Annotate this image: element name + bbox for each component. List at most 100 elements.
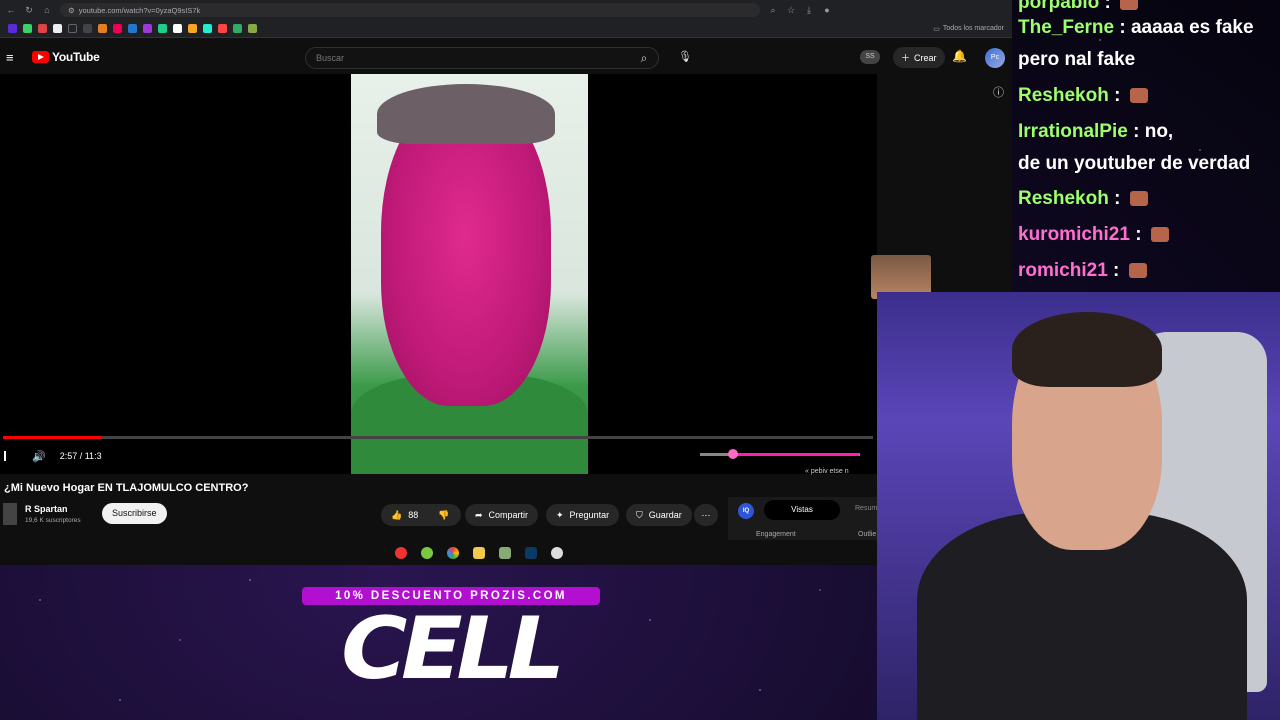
- browser-toolbar: ← ↻ ⌂ ⚙ youtube.com/watch?v=0yzaQ9sIS7k …: [0, 0, 1012, 20]
- extension-logo[interactable]: IQ: [738, 503, 754, 519]
- bookmark-icon[interactable]: [218, 24, 227, 33]
- drive-icon[interactable]: [233, 24, 242, 33]
- hamburger-menu-icon[interactable]: ≡: [6, 50, 20, 65]
- folder-icon[interactable]: [472, 546, 485, 559]
- tab-resumen[interactable]: Resum: [855, 505, 877, 512]
- bookmark-icon[interactable]: [23, 24, 32, 33]
- progress-bar[interactable]: [3, 436, 873, 439]
- bookmark-icon: ⛉: [636, 509, 643, 520]
- share-icon: ➦: [475, 509, 483, 520]
- bookmark-icon[interactable]: [128, 24, 137, 33]
- taskbar-app-icon[interactable]: [420, 546, 433, 559]
- chat-text: :: [1129, 224, 1147, 245]
- save-label: Guardar: [648, 510, 682, 520]
- like-count[interactable]: 88: [408, 510, 418, 520]
- progress-fill: [3, 436, 102, 439]
- chat-text: de un youtuber de verdad: [1018, 153, 1251, 174]
- extension-badge[interactable]: SS: [860, 50, 880, 64]
- outlier-label: Outlie: [858, 531, 877, 538]
- bookmark-icon[interactable]: [173, 24, 182, 33]
- home-icon[interactable]: ⌂: [42, 5, 52, 15]
- taskbar-app-icon[interactable]: [498, 546, 511, 559]
- bookmark-icon[interactable]: [248, 24, 257, 33]
- share-label: Compartir: [488, 510, 529, 520]
- chrome-icon[interactable]: [446, 546, 459, 559]
- chat-username: Reshekoh: [1018, 85, 1109, 106]
- bookmark-icon[interactable]: [83, 24, 92, 33]
- overlay-title: CELL: [341, 599, 565, 699]
- notifications-bell-icon[interactable]: 🔔: [952, 49, 967, 63]
- plus-icon: ＋: [901, 53, 911, 63]
- chat-username: The_Ferne: [1018, 17, 1115, 38]
- create-button[interactable]: ＋ Crear: [893, 47, 945, 68]
- x-icon[interactable]: [53, 24, 62, 33]
- profile-icon[interactable]: ●: [822, 5, 832, 15]
- bookmark-icon[interactable]: [158, 24, 167, 33]
- chat-text: :: [1108, 188, 1126, 209]
- photoshop-icon[interactable]: [524, 546, 537, 559]
- chat-username: IrrationalPie: [1018, 121, 1128, 142]
- chat-message: porpablo :: [1018, 0, 1139, 14]
- search-icon[interactable]: ⌕: [630, 47, 658, 69]
- more-actions-icon[interactable]: ⋯: [694, 504, 718, 526]
- chat-text: : aaaaa es fake: [1114, 17, 1254, 38]
- chat-message: IrrationalPie : no,: [1018, 121, 1173, 143]
- search-input[interactable]: Buscar: [305, 47, 659, 69]
- time-display: 2:57 / 11:3: [59, 451, 102, 461]
- like-dislike-group: 👍 88 👎: [381, 504, 461, 526]
- channel-avatar[interactable]: [3, 503, 17, 525]
- reload-icon[interactable]: ↻: [24, 5, 34, 15]
- channel-name[interactable]: R Spartan: [25, 504, 68, 514]
- bookmark-icon[interactable]: [8, 24, 17, 33]
- chat-username: romichi21: [1018, 260, 1108, 281]
- video-title: ¿Mi Nuevo Hogar EN TLAJOMULCO CENTRO?: [4, 482, 249, 494]
- twitch-icon[interactable]: [143, 24, 152, 33]
- gmail-icon[interactable]: [38, 24, 47, 33]
- pause-icon[interactable]: [4, 451, 10, 461]
- all-bookmarks-folder[interactable]: ▭ Todos los marcador: [933, 25, 1004, 33]
- video-player[interactable]: ⓘ 🔊 2:57 / 11:3 « pebiv etse n: [0, 74, 1004, 475]
- site-info-icon[interactable]: ⚙: [68, 6, 75, 15]
- bookmark-icon[interactable]: [188, 24, 197, 33]
- youtube-header: ≡ YouTube Buscar ⌕ 🎙 SS ＋ Crear 🔔 Pc: [0, 40, 1012, 74]
- subscribe-button[interactable]: Suscribirse: [102, 503, 167, 524]
- account-avatar[interactable]: Pc: [985, 48, 1005, 68]
- chat-message: pero nal fake: [1018, 49, 1135, 71]
- microphone-icon[interactable]: 🎙: [675, 46, 695, 68]
- address-bar[interactable]: ⚙ youtube.com/watch?v=0yzaQ9sIS7k: [60, 3, 760, 17]
- chat-message: kuromichi21 :: [1018, 224, 1169, 246]
- bookmark-icon[interactable]: [203, 24, 212, 33]
- slider-handle[interactable]: [728, 449, 738, 459]
- info-icon[interactable]: ⓘ: [993, 84, 1004, 100]
- tab-vistas[interactable]: Vistas: [764, 500, 840, 520]
- folder-icon: ▭: [933, 25, 940, 33]
- zoom-icon[interactable]: ⌕: [768, 5, 778, 15]
- ask-button[interactable]: ✦ Preguntar: [546, 504, 620, 526]
- download-icon[interactable]: ⤓: [804, 5, 814, 15]
- bookmark-star-icon[interactable]: ☆: [786, 5, 796, 15]
- video-frame: [351, 74, 588, 474]
- dislike-icon[interactable]: 👎: [438, 510, 449, 521]
- taskbar: [0, 540, 877, 565]
- stream-scene: ← ↻ ⌂ ⚙ youtube.com/watch?v=0yzaQ9sIS7k …: [0, 0, 1280, 720]
- chat-emote-icon: [1129, 88, 1148, 104]
- back-icon[interactable]: ←: [6, 5, 16, 15]
- taskbar-app-icon[interactable]: [550, 546, 563, 559]
- pink-slider-track[interactable]: [700, 453, 860, 456]
- volume-icon[interactable]: 🔊: [32, 450, 46, 463]
- bookmark-icon[interactable]: [113, 24, 122, 33]
- chat-message: Reshekoh :: [1018, 85, 1148, 107]
- streamer-hair: [1012, 312, 1162, 387]
- chat-text: pero nal fake: [1018, 49, 1136, 70]
- taskbar-app-icon[interactable]: [394, 546, 407, 559]
- bookmark-icon[interactable]: [98, 24, 107, 33]
- save-button[interactable]: ⛉ Guardar: [626, 504, 692, 526]
- youtube-logo[interactable]: YouTube: [32, 50, 100, 64]
- share-button[interactable]: ➦ Compartir: [465, 504, 539, 526]
- sparkle-icon: ✦: [556, 509, 564, 520]
- like-icon[interactable]: 👍: [391, 510, 402, 521]
- chat-text: : no,: [1127, 121, 1174, 142]
- bookmarks-bar: ▭ Todos los marcador: [0, 20, 1012, 38]
- chat-overlay: porpablo : The_Ferne : aaaaa es fake pero…: [1012, 0, 1280, 292]
- tiktok-icon[interactable]: [68, 24, 77, 33]
